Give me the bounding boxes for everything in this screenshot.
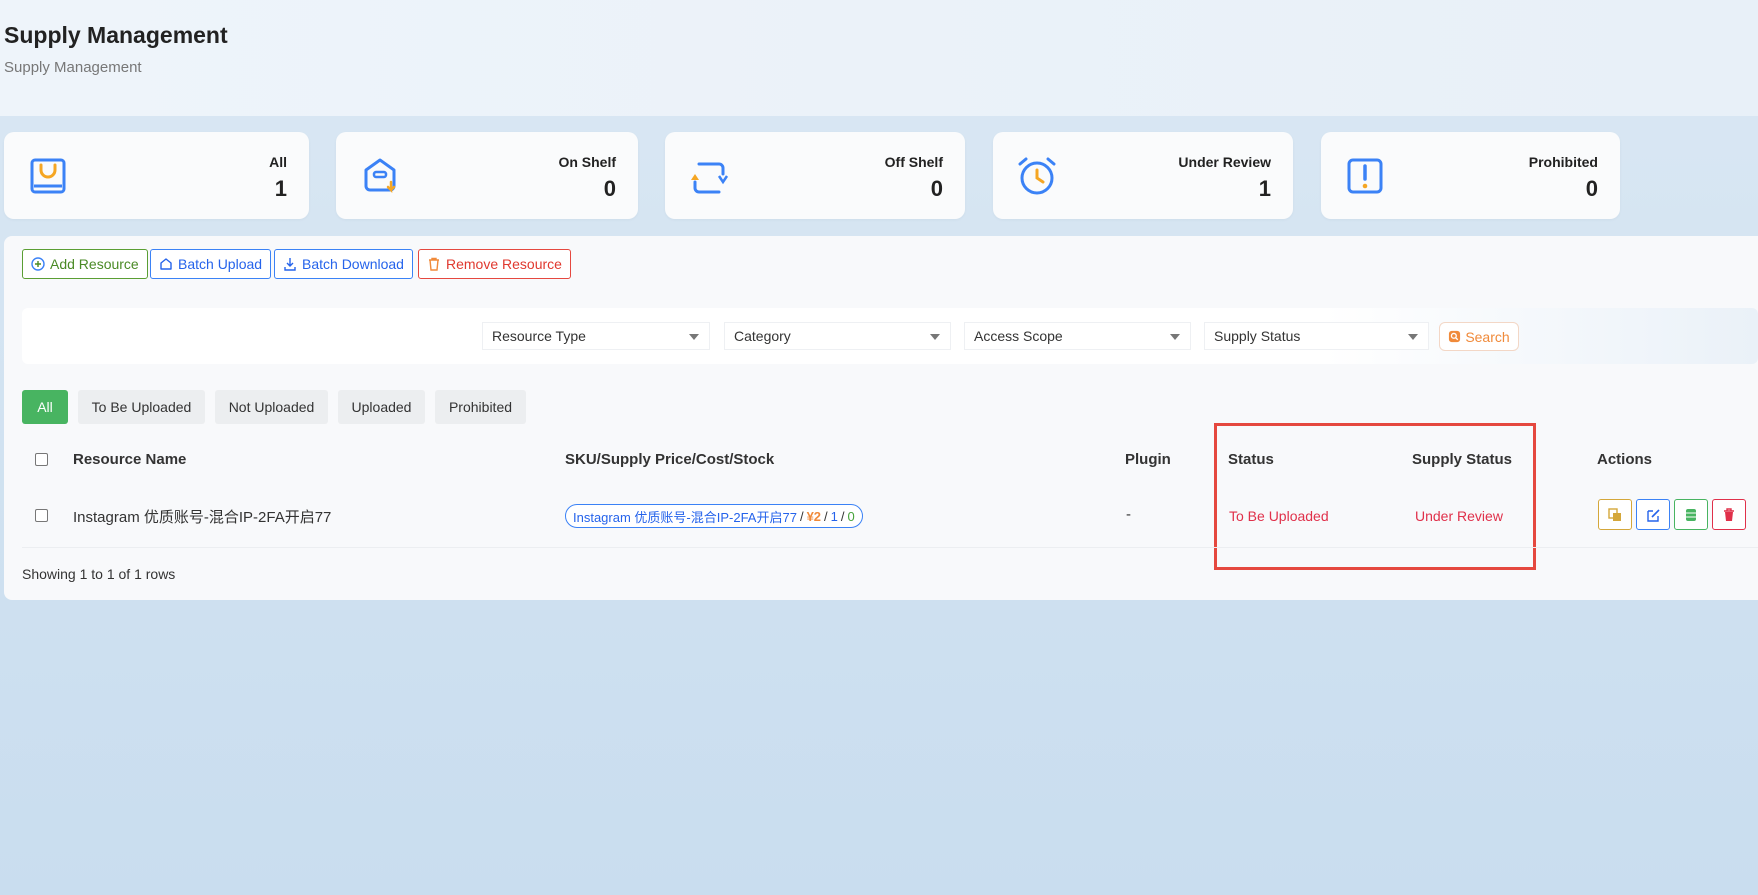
remove-resource-label: Remove Resource xyxy=(446,256,562,272)
plugin-cell: - xyxy=(1126,506,1131,523)
trash-icon xyxy=(1724,507,1734,521)
page-header: Supply Management Supply Management xyxy=(0,0,1758,116)
edit-icon xyxy=(1647,508,1660,522)
batch-download-button[interactable]: Batch Download xyxy=(274,249,413,279)
tab-not-uploaded[interactable]: Not Uploaded xyxy=(215,390,328,424)
add-resource-button[interactable]: Add Resource xyxy=(22,249,148,279)
box-upload-icon xyxy=(364,158,396,194)
batch-upload-button[interactable]: Batch Upload xyxy=(150,249,272,279)
row-divider xyxy=(22,547,1758,548)
batch-upload-label: Batch Upload xyxy=(178,256,263,272)
batch-download-label: Batch Download xyxy=(302,256,404,272)
access-scope-value: Access Scope xyxy=(974,328,1063,344)
chevron-down-icon xyxy=(1408,334,1418,340)
chevron-down-icon xyxy=(930,334,940,340)
upload-icon xyxy=(160,258,172,270)
tab-all[interactable]: All xyxy=(22,390,68,424)
resource-name-cell: Instagram 优质账号-混合IP-2FA开启77 xyxy=(73,509,332,526)
add-resource-label: Add Resource xyxy=(50,256,139,272)
stat-card-under-review[interactable]: Under Review 1 xyxy=(993,132,1293,219)
stat-card-prohibited[interactable]: Prohibited 0 xyxy=(1321,132,1620,219)
search-label: Search xyxy=(1465,328,1510,345)
page-title: Supply Management xyxy=(4,22,228,48)
stat-card-on-shelf[interactable]: On Shelf 0 xyxy=(336,132,638,219)
search-icon xyxy=(1449,330,1461,343)
stat-label: Off Shelf xyxy=(884,154,943,170)
column-header-name[interactable]: Resource Name xyxy=(73,451,186,468)
tab-prohibited[interactable]: Prohibited xyxy=(435,390,526,424)
stack-button[interactable] xyxy=(1674,499,1708,530)
supply-status-value: Supply Status xyxy=(1214,328,1301,344)
alert-icon xyxy=(1347,158,1383,194)
stat-value: 1 xyxy=(274,176,287,201)
sku-name: Instagram 优质账号-混合IP-2FA开启77 xyxy=(573,509,797,525)
resource-type-value: Resource Type xyxy=(492,328,586,344)
category-value: Category xyxy=(734,328,791,344)
column-header-plugin[interactable]: Plugin xyxy=(1125,451,1171,468)
edit-button[interactable] xyxy=(1636,499,1670,530)
breadcrumb: Supply Management xyxy=(4,59,142,76)
delete-button[interactable] xyxy=(1712,499,1746,530)
row-checkbox[interactable] xyxy=(35,509,48,522)
search-button[interactable]: Search xyxy=(1439,322,1519,351)
chevron-down-icon xyxy=(689,334,699,340)
download-icon xyxy=(284,258,296,271)
sku-price: ¥2 xyxy=(806,508,822,524)
chevron-down-icon xyxy=(1170,334,1180,340)
stat-card-off-shelf[interactable]: Off Shelf 0 xyxy=(665,132,965,219)
refresh-arrows-icon xyxy=(691,162,729,194)
stat-value: 0 xyxy=(603,176,616,201)
stat-label: On Shelf xyxy=(558,154,616,170)
database-icon xyxy=(1686,508,1696,521)
plus-circle-icon xyxy=(31,257,45,271)
stat-label: Under Review xyxy=(1178,154,1271,170)
shopping-bag-icon xyxy=(30,158,66,194)
alarm-clock-icon xyxy=(1018,157,1056,195)
supply-status-select[interactable]: Supply Status xyxy=(1204,322,1429,350)
category-select[interactable]: Category xyxy=(724,322,951,350)
pagination-info: Showing 1 to 1 of 1 rows xyxy=(22,566,176,582)
stat-value: 1 xyxy=(1258,176,1271,201)
trash-icon xyxy=(429,257,439,271)
stat-label: Prohibited xyxy=(1528,154,1598,170)
remove-resource-button[interactable]: Remove Resource xyxy=(418,249,571,279)
sku-cost: 1 xyxy=(830,508,838,524)
resource-type-select[interactable]: Resource Type xyxy=(482,322,710,350)
stat-label: All xyxy=(269,154,287,170)
stat-value: 0 xyxy=(1585,176,1598,201)
copy-icon xyxy=(1608,507,1621,521)
select-all-checkbox[interactable] xyxy=(35,453,48,466)
stat-value: 0 xyxy=(930,176,943,201)
column-header-actions: Actions xyxy=(1597,451,1653,468)
stat-card-all[interactable]: All 1 xyxy=(4,132,309,219)
column-header-sku[interactable]: SKU/Supply Price/Cost/Stock xyxy=(565,451,774,468)
copy-button[interactable] xyxy=(1598,499,1632,530)
access-scope-select[interactable]: Access Scope xyxy=(964,322,1191,350)
tab-uploaded[interactable]: Uploaded xyxy=(338,390,425,424)
sku-pill[interactable]: Instagram 优质账号-混合IP-2FA开启77 / ¥2 / 1 / 0 xyxy=(565,504,863,528)
tab-to-be-uploaded[interactable]: To Be Uploaded xyxy=(78,390,205,424)
sku-stock: 0 xyxy=(847,508,855,524)
